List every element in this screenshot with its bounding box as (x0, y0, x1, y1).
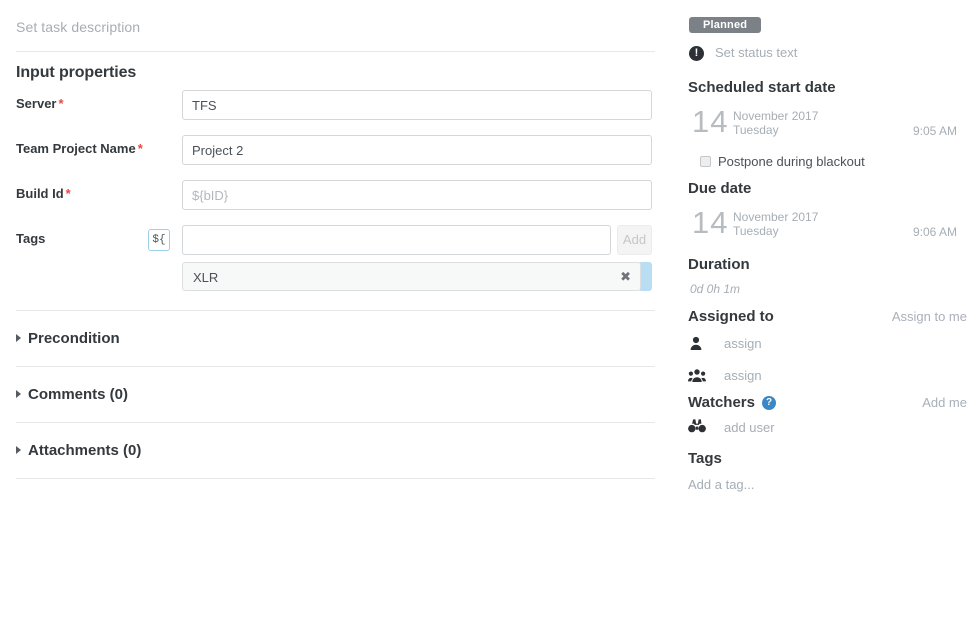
person-icon (688, 335, 706, 353)
assigned-team-label[interactable]: assign (724, 368, 762, 383)
field-label-build-id-text: Build Id (16, 186, 64, 201)
status-badge: Planned (689, 17, 761, 33)
server-input[interactable] (182, 90, 652, 120)
section-precondition[interactable]: Precondition (16, 311, 655, 367)
build-id-input[interactable] (182, 180, 652, 210)
due-date-time: 9:06 AM (846, 225, 957, 239)
due-date-day: 14 (692, 205, 728, 241)
section-attachments-header[interactable]: Attachments (0) (16, 442, 141, 459)
required-asterisk: * (58, 96, 63, 111)
chevron-right-icon (16, 390, 21, 398)
postpone-checkbox[interactable] (700, 156, 711, 167)
section-attachments[interactable]: Attachments (0) (16, 423, 655, 479)
duration-value: 0d 0h 1m (690, 282, 740, 296)
scheduled-start-month-year: November 2017 (733, 109, 818, 123)
watchers-heading: Watchers (688, 394, 755, 411)
duration-heading: Duration (688, 256, 750, 273)
assigned-user-row[interactable]: assign (688, 335, 948, 355)
field-label-server: Server* (16, 96, 64, 111)
assigned-team-row[interactable]: assign (688, 367, 948, 387)
watcher-add-user-row[interactable]: add user (688, 419, 948, 439)
section-comments[interactable]: Comments (0) (16, 367, 655, 423)
help-circle-icon[interactable] (762, 396, 776, 410)
section-comments-label: Comments (0) (28, 386, 128, 403)
task-properties-pane: Planned Set status text Scheduled start … (686, 0, 967, 618)
tag-list: XLR ✖ (182, 262, 652, 291)
scheduled-start-weekday: Tuesday (733, 123, 779, 137)
field-label-team-project-name-text: Team Project Name (16, 141, 136, 156)
section-precondition-label: Precondition (28, 330, 120, 347)
close-icon[interactable]: ✖ (620, 269, 631, 285)
due-date-heading: Due date (688, 180, 751, 197)
task-description-placeholder[interactable]: Set task description (16, 19, 140, 35)
divider (16, 478, 655, 479)
postpone-checkbox-label[interactable]: Postpone during blackout (718, 154, 865, 169)
required-asterisk: * (66, 186, 71, 201)
add-tag-button[interactable]: Add (617, 225, 652, 255)
status-text-placeholder[interactable]: Set status text (715, 45, 797, 60)
variable-insert-button[interactable]: ${ (148, 229, 170, 251)
field-label-tags: Tags (16, 231, 45, 246)
required-asterisk: * (138, 141, 143, 156)
assigned-user-label[interactable]: assign (724, 336, 762, 351)
input-properties-heading: Input properties (16, 64, 136, 82)
assign-to-me-link[interactable]: Assign to me (892, 309, 967, 324)
task-details-pane: Set task description Input properties Se… (0, 0, 668, 618)
divider (16, 51, 655, 52)
chevron-right-icon (16, 334, 21, 342)
alert-exclamation-icon (689, 46, 704, 61)
group-icon (688, 367, 706, 385)
section-precondition-header[interactable]: Precondition (16, 330, 120, 347)
tag-item-xlr[interactable]: XLR ✖ (182, 262, 641, 291)
scheduled-start-date-heading: Scheduled start date (688, 79, 836, 96)
field-row-server: Server* (0, 90, 668, 120)
field-label-tags-text: Tags (16, 231, 45, 246)
field-row-build-id: Build Id* (0, 180, 668, 210)
add-a-tag-link[interactable]: Add a tag... (688, 477, 755, 492)
scheduled-start-time: 9:05 AM (846, 124, 957, 138)
chevron-right-icon (16, 446, 21, 454)
due-date-weekday: Tuesday (733, 224, 779, 238)
tag-item-label: XLR (193, 270, 218, 285)
team-project-name-input[interactable] (182, 135, 652, 165)
field-label-build-id: Build Id* (16, 186, 71, 201)
assigned-to-heading: Assigned to (688, 308, 774, 325)
tags-heading: Tags (688, 450, 722, 467)
due-date-month-year: November 2017 (733, 210, 818, 224)
section-attachments-label: Attachments (0) (28, 442, 141, 459)
field-label-server-text: Server (16, 96, 56, 111)
field-label-team-project-name: Team Project Name* (16, 141, 143, 156)
binoculars-icon (688, 419, 706, 437)
tags-input[interactable] (182, 225, 611, 255)
watcher-add-user-label[interactable]: add user (724, 420, 775, 435)
due-date-value[interactable]: 14 November 2017 Tuesday 9:06 AM (686, 209, 967, 243)
scheduled-start-date-value[interactable]: 14 November 2017 Tuesday 9:05 AM (686, 108, 967, 142)
section-comments-header[interactable]: Comments (0) (16, 386, 128, 403)
scheduled-start-day: 14 (692, 104, 728, 140)
field-row-team-project-name: Team Project Name* (0, 135, 668, 165)
add-me-link[interactable]: Add me (922, 395, 967, 410)
